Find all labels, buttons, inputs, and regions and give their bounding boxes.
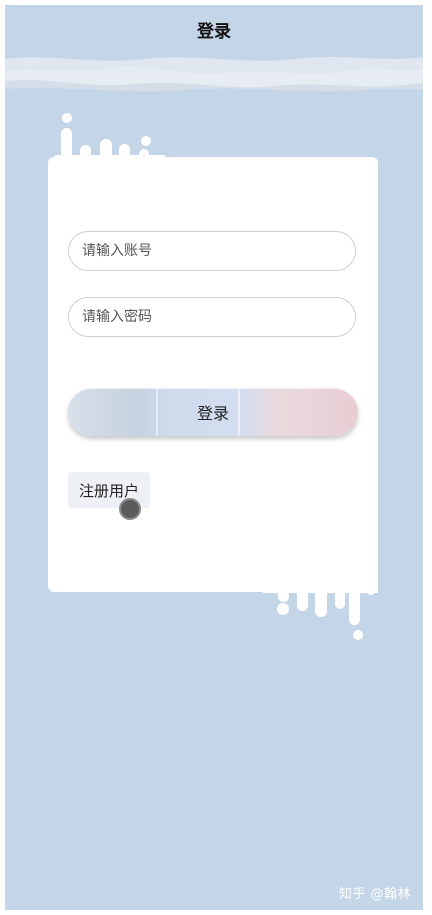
touch-cursor-indicator bbox=[119, 498, 141, 520]
app-screen: 登录 登录 注册用户 bbox=[5, 5, 423, 910]
account-input[interactable] bbox=[82, 243, 342, 259]
wave-decoration bbox=[5, 51, 423, 97]
password-field-wrapper bbox=[68, 297, 356, 337]
button-segment-divider bbox=[156, 388, 158, 436]
button-segment-divider bbox=[238, 388, 240, 436]
login-button[interactable]: 登录 bbox=[68, 388, 358, 436]
login-button-label: 登录 bbox=[196, 404, 229, 423]
password-input[interactable] bbox=[82, 309, 342, 325]
login-card: 登录 注册用户 bbox=[48, 157, 378, 592]
account-field-wrapper bbox=[68, 231, 356, 271]
page-title: 登录 bbox=[197, 21, 231, 42]
paint-drip-decoration-bottom bbox=[263, 556, 378, 640]
watermark-text: 知乎 @翰林 bbox=[338, 887, 411, 902]
top-bar: 登录 bbox=[5, 5, 423, 53]
